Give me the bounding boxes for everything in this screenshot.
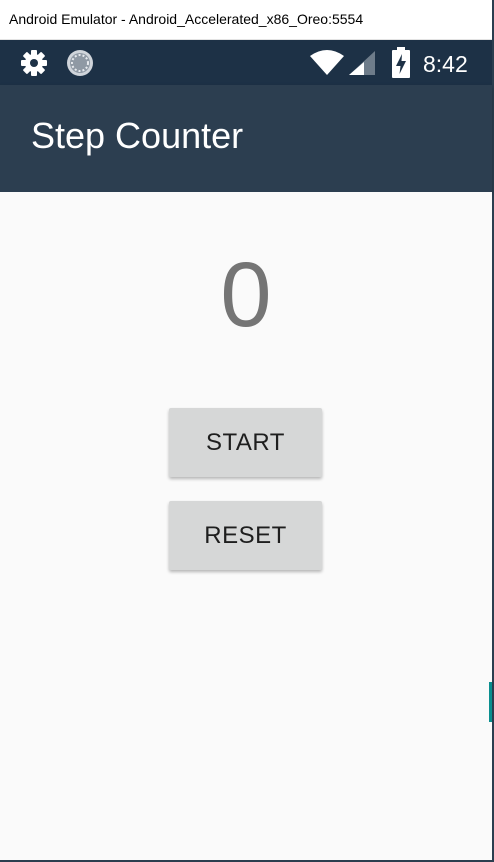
status-time: 8:42 [423,51,468,77]
app-toolbar: Step Counter [0,85,492,192]
reset-button[interactable]: RESET [169,501,322,570]
gear-icon [21,50,47,76]
emulator-window: Android Emulator - Android_Accelerated_x… [0,0,494,862]
window-title: Android Emulator - Android_Accelerated_x… [9,11,364,27]
step-count-display: 0 [220,244,272,346]
window-edge-accent [489,682,492,722]
signal-icon [349,51,375,75]
main-content: 0 START RESET [0,192,492,860]
battery-charging-icon [392,47,410,78]
android-status-bar [0,40,492,85]
emulator-titlebar[interactable]: Android Emulator - Android_Accelerated_x… [0,0,492,40]
start-button[interactable]: START [169,408,322,477]
sync-icon [67,50,93,76]
app-title: Step Counter [31,115,244,156]
wifi-icon [310,50,344,75]
